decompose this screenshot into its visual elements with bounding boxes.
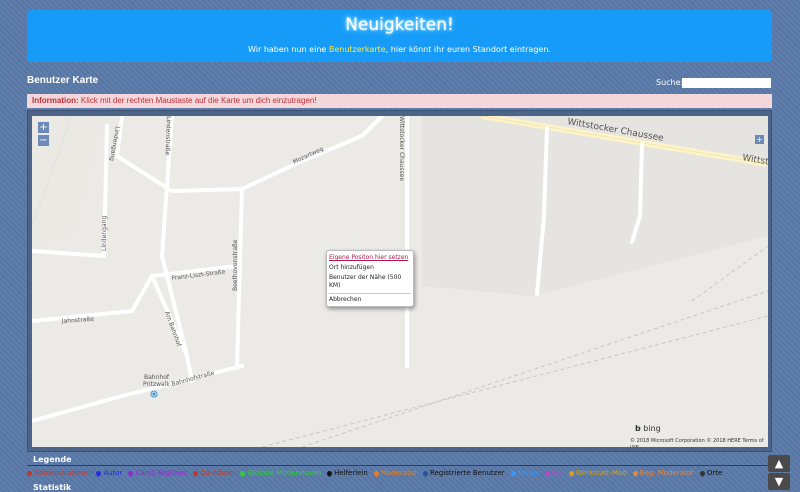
legend-item-label: Orte xyxy=(706,469,723,477)
legend-title: Legende xyxy=(33,455,72,464)
legend-item: Werkstatt-Mod xyxy=(567,469,627,477)
scroll-up-button[interactable]: ▲ xyxy=(768,455,790,472)
legend-item: Globale Moderatoren xyxy=(239,469,322,477)
railway-line-2 xyxy=(301,290,768,447)
map-pin-icon xyxy=(698,469,706,477)
map-pin-icon xyxy=(239,469,247,477)
map-pin-icon xyxy=(543,469,551,477)
info-box: Information: Klick mit der rechten Maust… xyxy=(27,94,772,108)
context-menu-divider xyxy=(329,293,411,294)
legend-item: CarcC-BigOnes xyxy=(127,469,188,477)
news-banner: Neuigkeiten! Wir haben nun eine Benutzer… xyxy=(27,10,772,62)
search-label: Suche: xyxy=(656,78,684,87)
legend-item: Beg. Moderator xyxy=(631,469,694,477)
scroll-down-button[interactable]: ▼ xyxy=(768,473,790,490)
zoom-in-button[interactable]: + xyxy=(38,122,49,133)
search-input[interactable] xyxy=(682,78,771,88)
user-map[interactable]: Wittstocker Chaussee Wittsto Wittstocker… xyxy=(32,116,768,447)
legend-item: Moderator xyxy=(372,469,418,477)
map-pin-icon xyxy=(326,469,334,477)
legend-item-label: CarcC-BigOnes xyxy=(135,469,188,477)
map-pin-icon xyxy=(192,469,200,477)
map-pin-icon xyxy=(631,469,639,477)
label-lindenstrasse: Lindenstraße xyxy=(164,116,172,156)
map-copyright[interactable]: © 2018 Microsoft Corporation © 2018 HERE… xyxy=(630,438,768,447)
map-pin-icon xyxy=(421,469,430,477)
info-label: Information: xyxy=(32,96,79,105)
legend-divider xyxy=(27,465,772,466)
legend-item-label: Administratoren xyxy=(34,469,91,477)
legend-item: Autor xyxy=(95,469,123,477)
label-lindengang-2: Lindengang xyxy=(101,216,108,251)
info-text: Klick mit der rechten Maustaste auf die … xyxy=(78,96,317,105)
legend-item: Co-Admin xyxy=(192,469,235,477)
label-wittstocker-v: Wittstocker Chaussee xyxy=(398,116,405,181)
news-text-end: , hier könnt ihr euren Standort eintrage… xyxy=(385,45,551,54)
legend-item: Orte xyxy=(698,469,723,477)
train-station-icon xyxy=(150,390,158,398)
label-beethoven: Beethovenstraße xyxy=(232,239,239,291)
users-nearby-item-line2[interactable]: KM) xyxy=(329,282,411,289)
road-mozartweg xyxy=(115,116,384,194)
legend-item-label: Vip xyxy=(551,469,563,477)
map-pin-icon xyxy=(25,469,34,477)
legend-item: Administratoren xyxy=(25,469,91,477)
bing-text: bing xyxy=(643,424,661,433)
label-station-2: Pritzwalk xyxy=(143,381,170,388)
label-station-1: Bahnhof xyxy=(144,374,170,381)
legend-item-label: Globale Moderatoren xyxy=(247,469,322,477)
map-context-menu: Eigene Positon hier setzen Ort hinzufüge… xyxy=(326,250,414,307)
zoom-out-button[interactable]: − xyxy=(38,135,49,146)
add-place-item[interactable]: Ort hinzufügen xyxy=(329,264,411,271)
legend-item-label: Beg. Moderator xyxy=(639,469,694,477)
benutzerkarte-link[interactable]: Benutzerkarte xyxy=(329,45,386,54)
legend-item-label: Moderator xyxy=(380,469,418,477)
news-text-start: Wir haben nun eine xyxy=(248,45,329,54)
cancel-item[interactable]: Abbrechen xyxy=(329,296,411,303)
legend-item: Registrierte Benutzer xyxy=(421,469,505,477)
map-pin-icon xyxy=(95,469,103,477)
users-nearby-item-line1[interactable]: Benutzer der Nähe (500 xyxy=(329,274,411,281)
news-title: Neuigkeiten! xyxy=(345,15,454,35)
legend-item-label: Registrierte Benutzer xyxy=(430,469,505,477)
railway-line xyxy=(261,315,768,447)
railway-line-3 xyxy=(691,245,768,302)
legend-item-label: Werkstatt-Mod xyxy=(575,469,627,477)
bing-logo: b bing xyxy=(635,424,661,433)
bing-icon: b xyxy=(635,424,641,433)
legend-item: Helferlein xyxy=(326,469,368,477)
legend-item: Vip xyxy=(543,469,563,477)
map-pin-icon xyxy=(127,469,135,477)
news-text: Wir haben nun eine Benutzerkarte, hier k… xyxy=(27,45,772,54)
expand-button[interactable]: + xyxy=(755,135,764,144)
stats-title: Statistik xyxy=(33,483,72,492)
legend-list: Administratoren Autor CarcC-BigOnes Co-Admi… xyxy=(25,469,728,477)
map-pin-icon xyxy=(509,469,517,477)
legend-item-label: Autor xyxy=(103,469,123,477)
legend-item-label: Tester xyxy=(517,469,539,477)
set-own-position-link[interactable]: Eigene Positon hier setzen xyxy=(329,254,411,261)
road-west xyxy=(32,249,106,258)
map-pin-icon xyxy=(567,469,575,477)
map-pin-icon xyxy=(372,469,380,477)
label-jahnstrasse: Jahnstraße xyxy=(61,316,95,325)
legend-item: Tester xyxy=(509,469,539,477)
page-title: Benutzer Karte xyxy=(27,75,99,86)
label-bahnhofstrasse: Bahnhofstraße xyxy=(171,370,216,388)
legend-item-label: Helferlein xyxy=(334,469,368,477)
map-area-north xyxy=(422,116,768,296)
legend-item-label: Co-Admin xyxy=(200,469,235,477)
